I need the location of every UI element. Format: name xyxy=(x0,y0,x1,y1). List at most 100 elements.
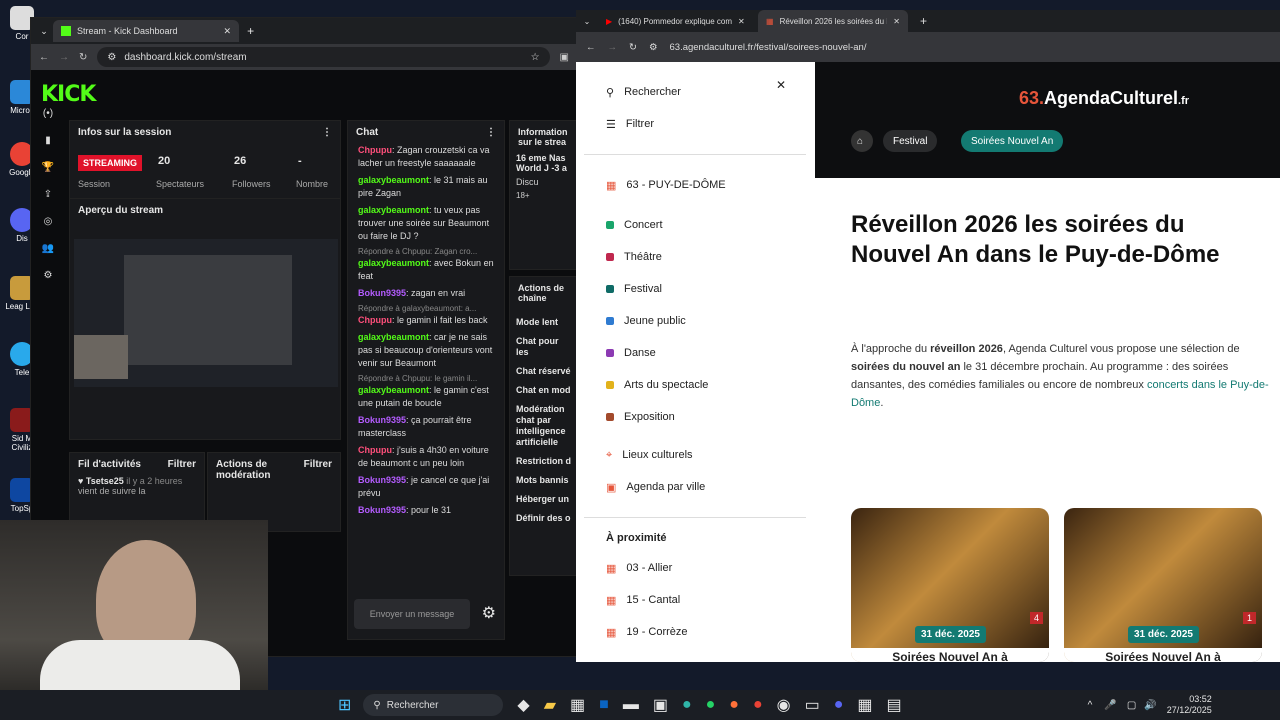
mic-icon[interactable]: 🎤 xyxy=(1104,700,1116,711)
home-icon[interactable]: ⌂ xyxy=(851,130,873,152)
chat-username[interactable]: galaxybeaumont xyxy=(358,332,429,342)
network-icon[interactable]: ▢ xyxy=(1127,700,1136,711)
chat-username[interactable]: Chpupu xyxy=(358,445,392,455)
outlook-icon[interactable]: ■ xyxy=(599,696,609,714)
event-card[interactable]: 31 déc. 2025 4 Soirées Nouvel An à xyxy=(851,508,1049,662)
site-logo[interactable]: 63.AgendaCulturel.fr xyxy=(1019,88,1189,109)
menu-region[interactable]: ▦ 63 - PUY-DE-DÔME xyxy=(576,169,814,201)
chain-action-item[interactable]: Chat pour les xyxy=(516,336,572,358)
photos-icon[interactable]: ▣ xyxy=(653,695,668,715)
activity-filter-button[interactable]: Filtrer xyxy=(168,459,196,470)
moderation-filter-button[interactable]: Filtrer xyxy=(304,459,332,481)
tab-search-icon[interactable]: ⌄ xyxy=(35,26,53,37)
chain-action-item[interactable]: Mode lent xyxy=(516,317,572,328)
reload-icon[interactable]: ↻ xyxy=(79,52,87,63)
tab-agenda[interactable]: ▦ Réveillon 2026 les soirées du N ✕ xyxy=(758,10,908,32)
forward-icon[interactable]: → xyxy=(59,52,69,63)
edge-icon[interactable]: ● xyxy=(682,696,692,714)
dashboard-icon[interactable]: ▮ xyxy=(31,135,65,162)
store-icon[interactable]: ▦ xyxy=(570,695,585,715)
chain-action-item[interactable]: Modération chat par intelligence artific… xyxy=(516,404,572,448)
windows-start-icon[interactable]: ⊞ xyxy=(338,695,351,715)
explorer-icon[interactable]: ▰ xyxy=(544,695,556,715)
firefox-icon[interactable]: ● xyxy=(729,696,739,714)
chain-action-item[interactable]: Héberger un xyxy=(516,494,572,505)
chat-username[interactable]: Bokun9395 xyxy=(358,415,406,425)
extensions-icon[interactable]: ▣ xyxy=(560,52,569,63)
chat-username[interactable]: Bokun9395 xyxy=(358,505,406,515)
chat-more-icon[interactable]: ⋮ xyxy=(486,127,496,138)
url-text[interactable]: 63.agendaculturel.fr/festival/soirees-no… xyxy=(670,42,867,53)
url-field[interactable]: ⚙ dashboard.kick.com/stream ☆ xyxy=(97,47,550,67)
chat-username[interactable]: Bokun9395 xyxy=(358,288,406,298)
bookmark-star-icon[interactable]: ☆ xyxy=(531,52,540,63)
obs-icon[interactable]: ◉ xyxy=(777,695,791,715)
category-item[interactable]: Théâtre xyxy=(576,241,814,273)
nearby-item[interactable]: ▦ 15 - Cantal xyxy=(576,584,814,616)
discord-icon[interactable]: ● xyxy=(834,696,844,714)
whatsapp-icon[interactable]: ● xyxy=(706,696,716,714)
chrome-icon[interactable]: ● xyxy=(753,696,763,714)
tab-youtube[interactable]: ▶ (1640) Pommedor explique com ✕ xyxy=(598,10,758,32)
settings-icon[interactable]: ⚙ xyxy=(31,270,65,297)
chat-input[interactable]: Envoyer un message xyxy=(354,599,470,629)
volume-icon[interactable]: 🔊 xyxy=(1144,700,1156,711)
new-tab-icon[interactable]: + xyxy=(247,24,254,38)
chain-action-item[interactable]: Restriction d xyxy=(516,456,572,467)
site-info-icon[interactable]: ⚙ xyxy=(107,52,116,63)
close-tab-icon[interactable]: ✕ xyxy=(893,17,900,26)
chat-username[interactable]: Bokun9395 xyxy=(358,475,406,485)
kick-logo[interactable]: KICK xyxy=(41,82,96,107)
chat-username[interactable]: galaxybeaumont xyxy=(358,175,429,185)
chain-action-item[interactable]: Chat réservé xyxy=(516,366,572,377)
chat-settings-icon[interactable]: ⚙ xyxy=(482,603,496,623)
back-icon[interactable]: ← xyxy=(39,52,49,63)
category-item[interactable]: Festival xyxy=(576,273,814,305)
category-item[interactable]: Arts du spectacle xyxy=(576,369,814,401)
stream-icon[interactable]: (•) xyxy=(31,108,65,135)
close-tab-icon[interactable]: ✕ xyxy=(738,17,745,26)
category-item[interactable]: Jeune public xyxy=(576,305,814,337)
close-menu-icon[interactable]: ✕ xyxy=(776,78,786,92)
breadcrumb-festival[interactable]: Festival xyxy=(883,130,938,152)
event-card[interactable]: 31 déc. 2025 1 Soirées Nouvel An à xyxy=(1064,508,1262,662)
back-icon[interactable]: ← xyxy=(586,42,596,53)
chain-action-item[interactable]: Chat en mod xyxy=(516,385,572,396)
copilot-icon[interactable]: ◆ xyxy=(517,695,529,715)
users-icon[interactable]: 👥 xyxy=(31,243,65,270)
more-icon[interactable]: ⋮ xyxy=(322,127,332,138)
taskbar-clock[interactable]: 03:52 27/12/2025 xyxy=(1167,694,1212,716)
forward-icon[interactable]: → xyxy=(608,42,618,53)
trophy-icon[interactable]: 🏆 xyxy=(31,162,65,189)
chat-username[interactable]: galaxybeaumont xyxy=(358,205,429,215)
new-tab-icon[interactable]: + xyxy=(920,14,927,28)
taskbar-search[interactable]: ⚲ Rechercher xyxy=(363,694,504,716)
chain-action-item[interactable]: Définir des o xyxy=(516,513,572,524)
terminal-icon[interactable]: ▬ xyxy=(623,696,639,714)
nearby-item[interactable]: ▦ 19 - Corrèze xyxy=(576,616,814,648)
target-icon[interactable]: ◎ xyxy=(31,216,65,243)
category-item[interactable]: Concert xyxy=(576,209,814,241)
calculator-icon[interactable]: ▦ xyxy=(857,695,872,715)
stream-preview[interactable] xyxy=(74,239,338,387)
category-item[interactable]: Danse xyxy=(576,337,814,369)
tab-search-icon[interactable]: ⌄ xyxy=(576,17,598,26)
menu-agenda[interactable]: ▣ Agenda par ville xyxy=(576,471,814,503)
site-info-icon[interactable]: ⚙ xyxy=(649,42,658,53)
upload-icon[interactable]: ⇪ xyxy=(31,189,65,216)
chat-username[interactable]: Chpupu xyxy=(358,145,392,155)
tray-chevron-icon[interactable]: ^ xyxy=(1088,700,1093,711)
close-tab-icon[interactable]: ✕ xyxy=(224,26,232,37)
nearby-item[interactable]: ▦ 03 - Allier xyxy=(576,552,814,584)
notepad-icon[interactable]: ▭ xyxy=(805,695,820,715)
reload-icon[interactable]: ↻ xyxy=(629,42,637,53)
category-item[interactable]: Exposition xyxy=(576,401,814,433)
tab-kick-dashboard[interactable]: Stream - Kick Dashboard ✕ xyxy=(53,20,240,42)
chain-action-item[interactable]: Mots bannis xyxy=(516,475,572,486)
chat-username[interactable]: galaxybeaumont xyxy=(358,385,429,395)
menu-lieux[interactable]: ⌖ Lieux culturels xyxy=(576,439,814,471)
chat-username[interactable]: Chpupu xyxy=(358,315,392,325)
menu-filter[interactable]: ☰ Filtrer xyxy=(576,108,814,140)
app-icon[interactable]: ▤ xyxy=(887,695,902,715)
chat-username[interactable]: galaxybeaumont xyxy=(358,258,429,268)
